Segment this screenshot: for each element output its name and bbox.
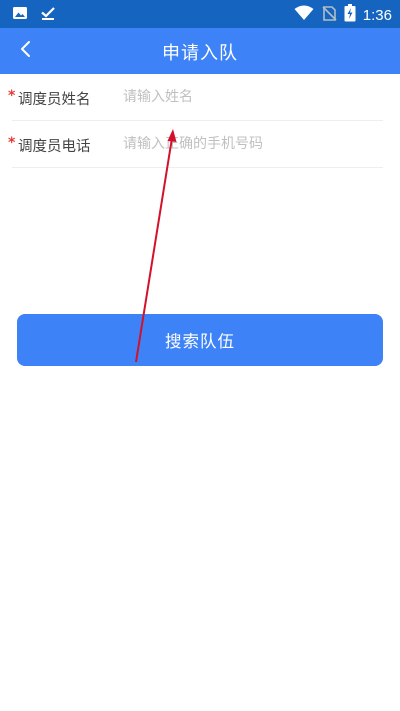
required-mark: * xyxy=(8,88,16,104)
dispatcher-name-input[interactable] xyxy=(123,85,378,109)
no-sim-icon xyxy=(321,5,337,25)
app-bar: 申请入队 xyxy=(0,28,400,74)
status-bar-system: 1:36 xyxy=(294,4,392,26)
page-title: 申请入队 xyxy=(162,43,238,64)
search-team-button[interactable]: 搜索队伍 xyxy=(17,314,383,366)
required-mark: * xyxy=(8,135,16,151)
status-bar: 1:36 xyxy=(0,0,400,28)
status-time: 1:36 xyxy=(362,6,392,24)
download-done-icon xyxy=(40,5,56,25)
dispatcher-phone-row: * 调度员电话 xyxy=(8,121,383,168)
dispatcher-phone-input[interactable] xyxy=(123,132,378,156)
status-bar-notifications xyxy=(12,5,56,25)
apply-form: * 调度员姓名 * 调度员电话 xyxy=(0,74,400,168)
dispatcher-phone-label: 调度员电话 xyxy=(18,139,91,155)
battery-charging-icon xyxy=(344,4,356,26)
dispatcher-name-row: * 调度员姓名 xyxy=(8,74,383,121)
wifi-icon xyxy=(294,5,314,25)
dispatcher-name-label: 调度员姓名 xyxy=(18,92,91,108)
image-icon xyxy=(12,5,28,25)
